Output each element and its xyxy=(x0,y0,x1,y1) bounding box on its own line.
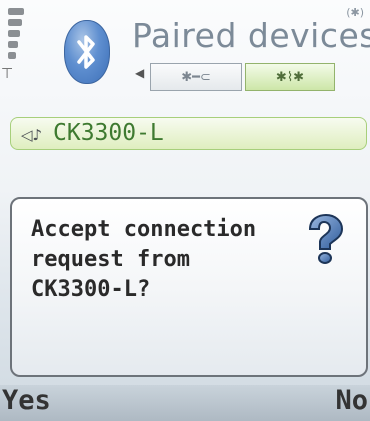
question-icon xyxy=(302,213,346,271)
audio-device-icon: ◁♪ xyxy=(21,126,43,144)
device-name: CK3300-L xyxy=(53,120,164,146)
list-item[interactable]: ◁♪ CK3300-L xyxy=(10,117,367,150)
bluetooth-badge-icon xyxy=(64,20,110,84)
bluetooth-headset-icon: ✱━⊂ xyxy=(181,69,211,85)
bluetooth-paired-icon: ✱⌇✱ xyxy=(275,69,305,85)
tab-left-arrow-icon[interactable]: ◀ xyxy=(135,66,144,80)
dialog-message: Accept connection request from CK3300-L? xyxy=(31,217,257,302)
antenna-icon: ⊤ xyxy=(1,66,14,82)
tab-bluetooth-paired[interactable]: ✱⌇✱ xyxy=(245,63,335,91)
no-button[interactable]: No xyxy=(335,385,368,416)
confirmation-dialog: Accept connection request from CK3300-L? xyxy=(10,197,368,377)
yes-button[interactable]: Yes xyxy=(2,385,51,416)
page-title: Paired devices xyxy=(132,16,370,55)
tab-bluetooth-headset[interactable]: ✱━⊂ xyxy=(150,63,242,91)
softkey-bar: Yes No xyxy=(0,385,370,421)
